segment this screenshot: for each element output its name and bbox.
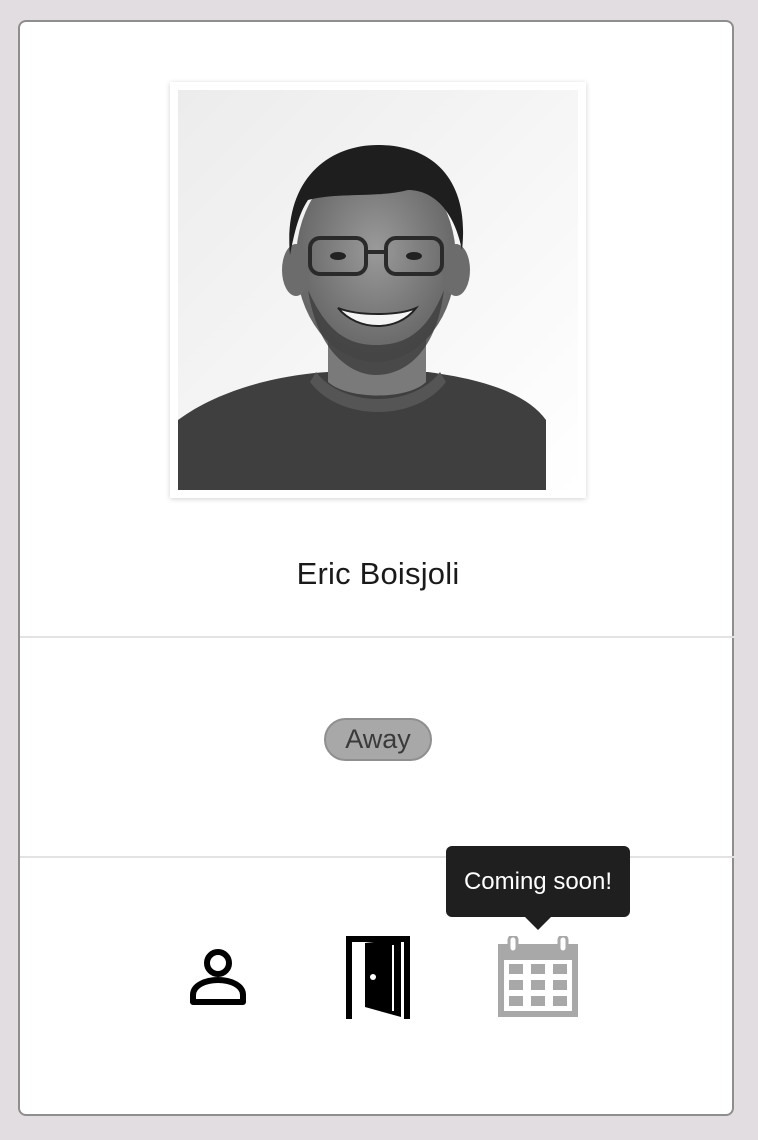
coming-soon-tooltip: Coming soon! (446, 846, 630, 917)
profile-photo-image (178, 90, 578, 490)
leave-room-button[interactable] (338, 932, 418, 1022)
person-icon (190, 949, 246, 1005)
status-badge: Away (324, 718, 432, 761)
tooltip-arrow (524, 916, 552, 930)
profile-name: Eric Boisjoli (296, 556, 460, 591)
calendar-icon (498, 936, 578, 1017)
calendar-button[interactable] (490, 932, 586, 1022)
profile-photo (170, 82, 586, 498)
profile-button[interactable] (180, 932, 256, 1022)
profile-card: Eric Boisjoli Away Coming soon! (18, 20, 736, 1116)
section-divider (20, 636, 736, 638)
door-icon (346, 936, 410, 1019)
